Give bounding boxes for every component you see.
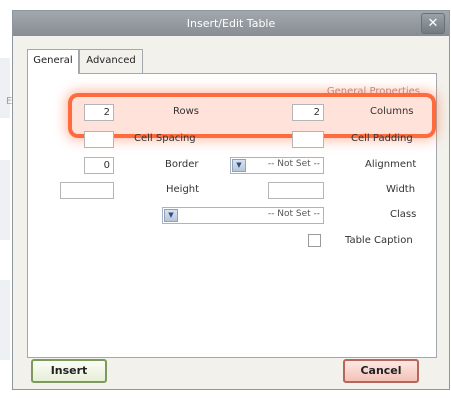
columns-input[interactable]: 2	[292, 104, 324, 121]
cancel-button[interactable]: Cancel	[343, 359, 419, 383]
columns-label: Columns	[370, 106, 414, 117]
close-icon: ✕	[427, 16, 439, 31]
dialog-title: Insert/Edit Table	[186, 17, 276, 30]
cell-padding-input[interactable]	[292, 131, 324, 148]
cell-spacing-label: Cell Spacing	[134, 133, 196, 144]
section-title-general-properties: General Properties	[326, 86, 420, 97]
insert-edit-table-dialog: Insert/Edit Table ✕ General Advanced Gen…	[12, 10, 450, 390]
class-selected: -- Not Set --	[267, 209, 320, 219]
background-strip	[0, 160, 10, 240]
chevron-down-icon: ▼	[164, 209, 178, 222]
table-caption-label: Table Caption	[345, 235, 413, 246]
alignment-select[interactable]: ▼ -- Not Set --	[230, 157, 324, 174]
background-strip	[0, 280, 10, 360]
height-label: Height	[166, 184, 200, 195]
cell-padding-label: Cell Padding	[351, 133, 413, 144]
cell-spacing-input[interactable]	[84, 131, 114, 148]
width-input[interactable]	[268, 182, 324, 199]
dialog-titlebar[interactable]: Insert/Edit Table ✕	[13, 11, 449, 36]
rows-label: Rows	[173, 106, 200, 117]
tab-advanced[interactable]: Advanced	[79, 49, 143, 73]
background-strip	[0, 58, 10, 118]
alignment-selected: -- Not Set --	[267, 159, 320, 169]
insert-button[interactable]: Insert	[31, 359, 107, 383]
border-label: Border	[165, 159, 199, 170]
close-button[interactable]: ✕	[421, 13, 445, 34]
rows-input[interactable]: 2	[84, 104, 114, 121]
alignment-label: Alignment	[365, 159, 417, 170]
class-label: Class	[390, 209, 417, 220]
chevron-down-icon: ▼	[232, 159, 246, 172]
tab-general[interactable]: General	[27, 49, 79, 74]
height-input[interactable]	[60, 182, 114, 199]
border-input[interactable]: 0	[84, 157, 114, 174]
class-select[interactable]: ▼ -- Not Set --	[162, 207, 324, 224]
table-caption-checkbox[interactable]	[308, 234, 321, 247]
width-label: Width	[386, 184, 416, 195]
general-panel: General Properties 2 Rows 2 Columns Cell…	[27, 73, 437, 358]
